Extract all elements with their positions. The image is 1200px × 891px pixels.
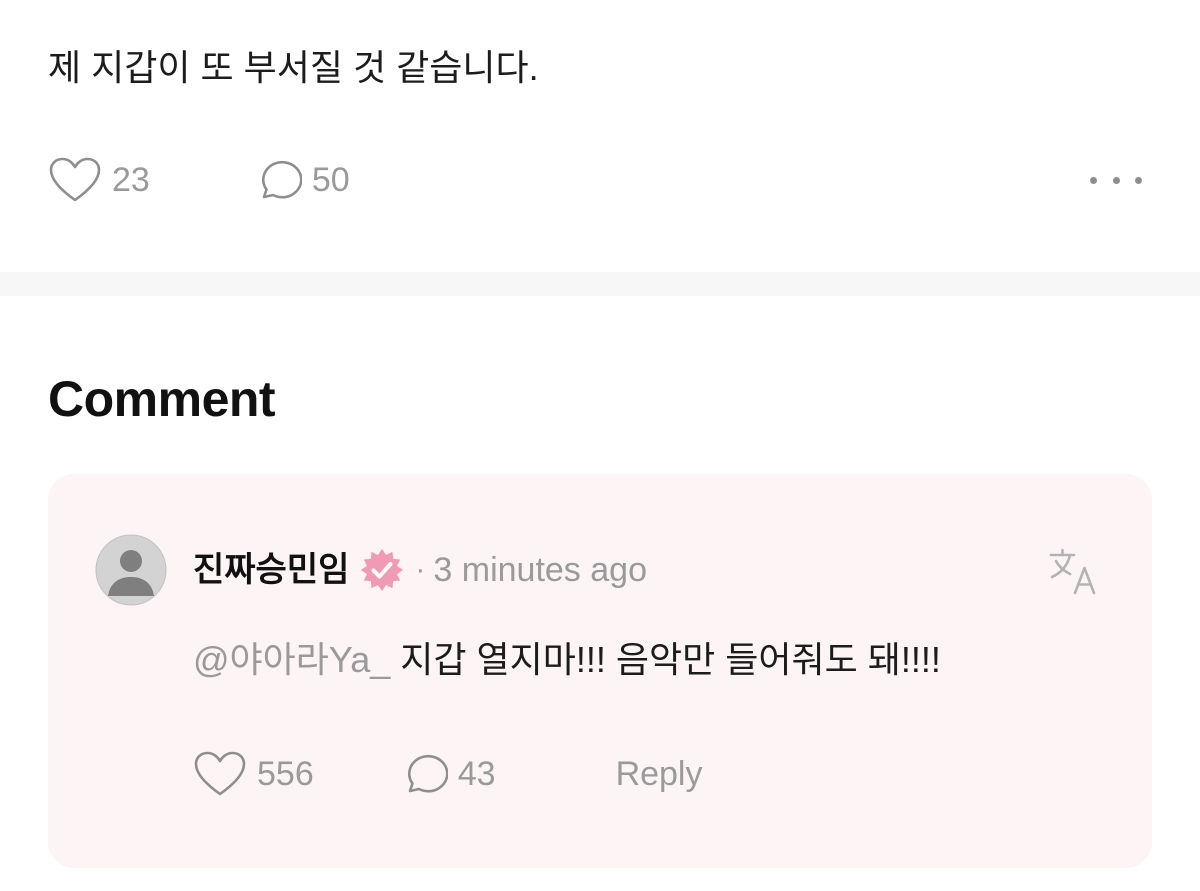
avatar[interactable] xyxy=(95,534,167,606)
comment-header: 진짜승민임 · 3 minutes ago xyxy=(193,544,647,596)
comment-timestamp: 3 minutes ago xyxy=(433,550,647,589)
post-like-button[interactable]: 23 xyxy=(48,156,150,204)
post-actions: 23 50 xyxy=(48,152,350,208)
post-like-count: 23 xyxy=(112,161,150,199)
more-dots-icon xyxy=(1090,176,1097,184)
comment-username[interactable]: 진짜승민임 xyxy=(193,553,349,587)
post-text: 제 지갑이 또 부서질 것 같습니다. xyxy=(48,47,539,88)
speech-bubble-icon xyxy=(400,750,448,798)
speech-bubble-icon xyxy=(254,156,302,204)
more-dots-icon xyxy=(1135,176,1142,184)
comment-replies-button[interactable]: 43 xyxy=(400,750,496,798)
post-comment-count: 50 xyxy=(311,161,350,199)
translate-button[interactable] xyxy=(1048,546,1100,598)
translate-icon xyxy=(1049,548,1096,595)
verified-badge-icon xyxy=(359,547,405,593)
comment-reply-count: 43 xyxy=(457,755,496,793)
heart-icon xyxy=(48,156,102,204)
comments-section-title: Comment xyxy=(48,371,276,427)
avatar-placeholder-icon xyxy=(95,534,167,606)
comment-mention[interactable]: @야아라Ya_ xyxy=(193,639,390,680)
header-separator: · xyxy=(415,553,426,586)
heart-icon xyxy=(193,750,247,798)
comment-like-count: 556 xyxy=(257,755,314,793)
comment-actions: 556 43 Reply xyxy=(193,746,703,802)
section-divider xyxy=(0,272,1200,296)
post-comment-button[interactable]: 50 xyxy=(254,156,350,204)
comment-text: @야아라Ya_ 지갑 열지마!!! 음악만 들어줘도 돼!!!! xyxy=(193,636,941,684)
reply-button[interactable]: Reply xyxy=(616,757,703,791)
more-options-button[interactable] xyxy=(1090,166,1142,194)
comment-card: 진짜승민임 · 3 minutes ago @야아라Ya_ 지갑 열지마!!! … xyxy=(48,474,1152,868)
comment-like-button[interactable]: 556 xyxy=(193,750,314,798)
comment-message: 지갑 열지마!!! 음악만 들어줘도 돼!!!! xyxy=(390,639,941,680)
more-dots-icon xyxy=(1112,176,1120,184)
page: 제 지갑이 또 부서질 것 같습니다. 23 50 Comment 진짜승민임 … xyxy=(0,0,1200,891)
